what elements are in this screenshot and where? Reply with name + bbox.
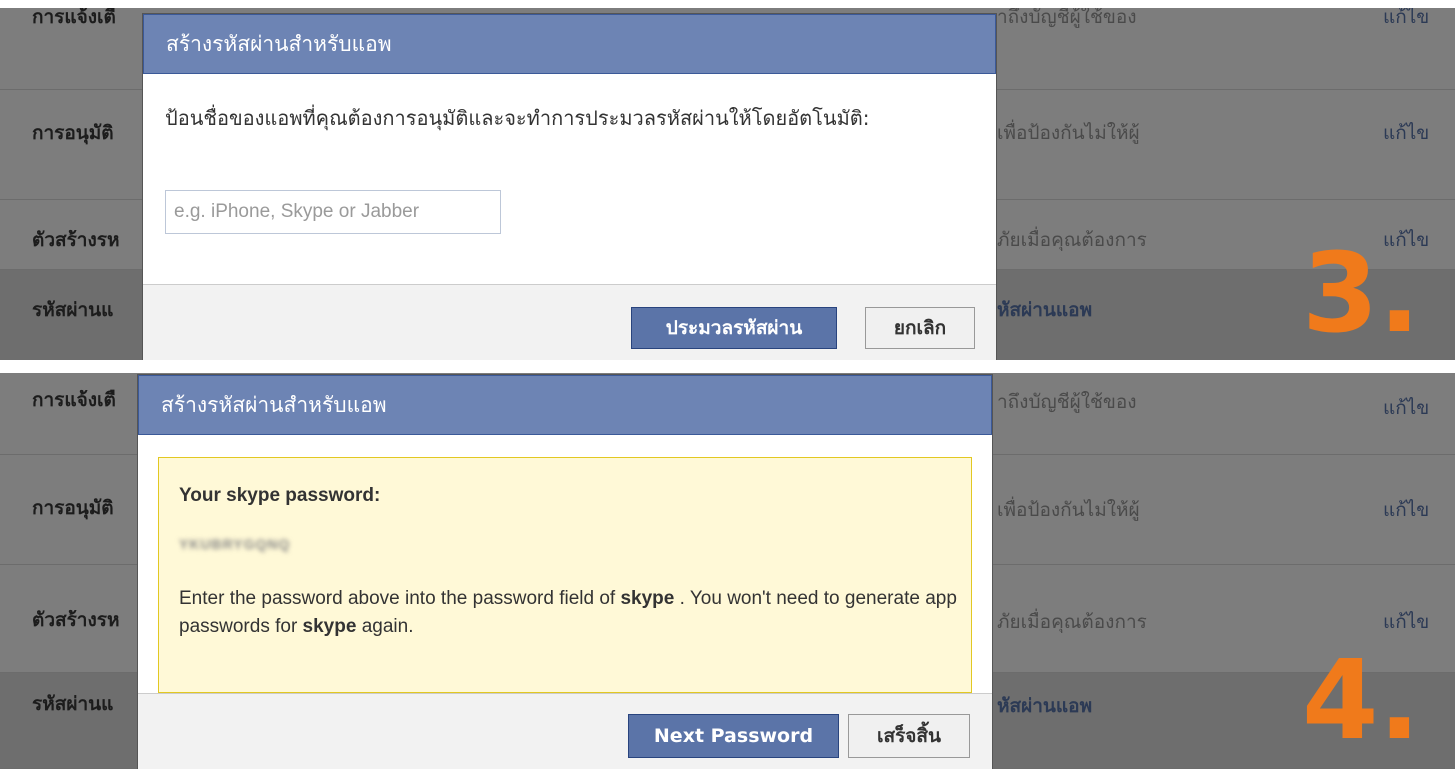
app-name: skype <box>620 588 675 609</box>
next-password-button[interactable]: Next Password <box>628 714 839 758</box>
edit-link[interactable]: แก้ไข <box>1383 607 1429 637</box>
generate-password-button[interactable]: ประมวลรหัสผ่าน <box>631 307 837 349</box>
settings-row-description: าถึงบัญชีผู้ใช้ของ <box>997 391 1137 413</box>
password-instructions: Enter the password above into the passwo… <box>179 588 957 637</box>
password-result-box: Your skype password: YKUBRYGQNQ Enter th… <box>158 457 972 693</box>
edit-link[interactable]: แก้ไข <box>1383 8 1429 32</box>
cancel-button[interactable]: ยกเลิก <box>865 307 975 349</box>
edit-link[interactable]: แก้ไข <box>1383 118 1429 148</box>
settings-row-label: รหัสผ่านแ <box>32 299 114 321</box>
settings-panel-step-3: การแจ้งเตื าถึงบัญชีผู้ใช้ของ แก้ไข การอ… <box>0 8 1455 360</box>
settings-row-label: ตัวสร้างรห <box>32 229 120 251</box>
settings-row-description: เพื่อป้องกันไม่ให้ผู้ <box>997 499 1140 521</box>
generated-password: YKUBRYGQNQ <box>179 536 291 552</box>
settings-row-description: ภัยเมื่อคุณต้องการ <box>997 229 1147 251</box>
edit-link[interactable]: แก้ไข <box>1383 495 1429 525</box>
edit-link[interactable]: แก้ไข <box>1383 393 1429 423</box>
dialog-footer: ประมวลรหัสผ่าน ยกเลิก <box>143 284 996 360</box>
settings-row-label: การอนุมัติ <box>32 122 114 144</box>
app-passwords-link[interactable]: หัสผ่านแอพ <box>997 691 1092 721</box>
settings-row-label: รหัสผ่านแ <box>32 693 114 715</box>
dialog-title: สร้างรหัสผ่านสำหรับแอพ <box>143 14 996 74</box>
app-name-input[interactable] <box>165 190 501 234</box>
settings-panel-step-4: การแจ้งเตื าถึงบัญชีผู้ใช้ของ แก้ไข การอ… <box>0 373 1455 769</box>
app-password-result-dialog: สร้างรหัสผ่านสำหรับแอพ Your skype passwo… <box>138 375 992 769</box>
dialog-footer: Next Password เสร็จสิ้น <box>138 693 992 769</box>
app-name: skype <box>302 616 357 637</box>
settings-row-description: ภัยเมื่อคุณต้องการ <box>997 611 1147 633</box>
create-app-password-dialog: สร้างรหัสผ่านสำหรับแอพ ป้อนชื่อของแอพที่… <box>143 14 996 360</box>
step-number-4: 4. <box>1302 636 1421 764</box>
dialog-title: สร้างรหัสผ่านสำหรับแอพ <box>138 375 992 435</box>
app-passwords-link[interactable]: หัสผ่านแอพ <box>997 295 1092 325</box>
done-button[interactable]: เสร็จสิ้น <box>848 714 970 758</box>
password-heading: Your skype password: <box>179 485 381 506</box>
dialog-prompt: ป้อนชื่อของแอพที่คุณต้องการอนุมัติและจะท… <box>165 106 870 130</box>
settings-row-label: การแจ้งเตื <box>32 8 116 28</box>
settings-row-label: การแจ้งเตื <box>32 389 116 411</box>
step-number-3: 3. <box>1302 229 1421 357</box>
settings-row-label: ตัวสร้างรห <box>32 609 120 631</box>
settings-row-description: เพื่อป้องกันไม่ให้ผู้ <box>997 122 1140 144</box>
settings-row-label: การอนุมัติ <box>32 497 114 519</box>
settings-row-description: าถึงบัญชีผู้ใช้ของ <box>997 8 1137 28</box>
